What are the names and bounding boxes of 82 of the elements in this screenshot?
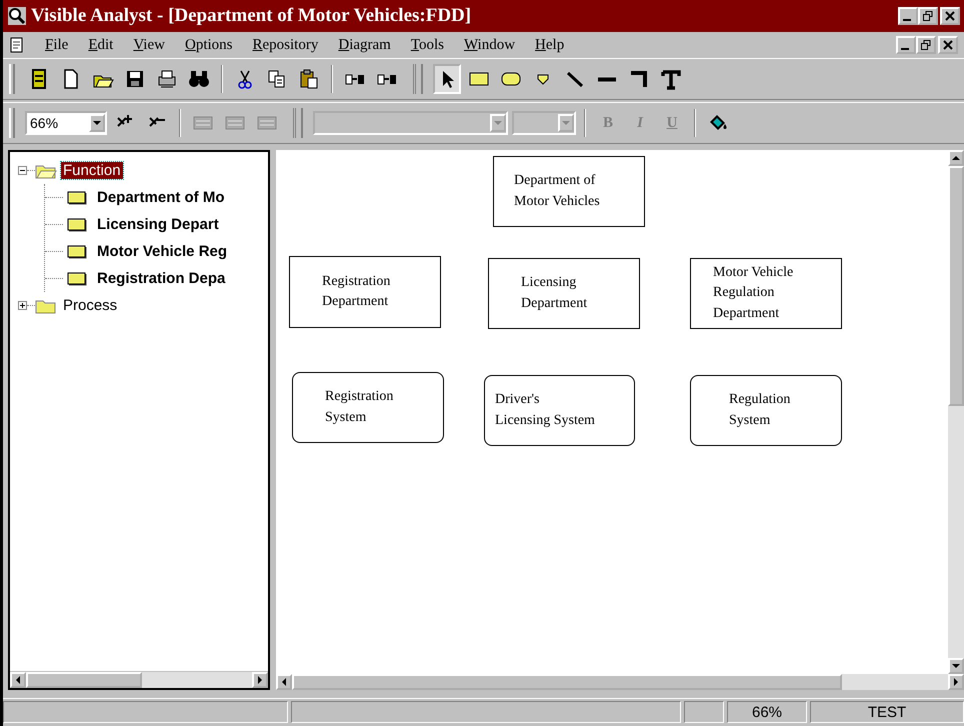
- left-arrow-icon: [15, 676, 21, 684]
- function-icon: [67, 244, 87, 258]
- scrollbar-thumb[interactable]: [26, 672, 142, 688]
- scroll-left-button[interactable]: [276, 674, 292, 690]
- function-box: Department of Motor Vehicles: [493, 156, 645, 227]
- printer-icon: [156, 68, 178, 90]
- pointer-button[interactable]: [433, 64, 461, 94]
- close-button[interactable]: [938, 36, 958, 54]
- caret-icon: [93, 120, 101, 126]
- horizontal-line-icon: [596, 76, 618, 82]
- scroll-right-button[interactable]: [252, 672, 268, 688]
- elbow-line-icon: [628, 68, 650, 90]
- binoculars-icon: [188, 68, 210, 90]
- minimize-button[interactable]: [896, 36, 916, 54]
- restore-icon: [923, 11, 933, 21]
- expand-button[interactable]: [18, 301, 27, 310]
- down-arrow-icon: [952, 663, 960, 669]
- tree-item[interactable]: Registration Depa: [95, 270, 228, 287]
- menu-item[interactable]: Edit: [88, 36, 114, 54]
- menu-item[interactable]: Diagram: [338, 36, 391, 54]
- tree-item[interactable]: Licensing Depart: [95, 216, 221, 233]
- toolbar-handle[interactable]: [9, 64, 15, 94]
- function-icon: [67, 190, 87, 204]
- menu-item[interactable]: File: [45, 36, 68, 54]
- close-icon: [943, 40, 953, 50]
- status-text: TEST: [810, 701, 964, 723]
- tree-item[interactable]: Function: [61, 162, 123, 179]
- horizontal-scrollbar[interactable]: [276, 674, 964, 690]
- text-tool-icon: [660, 68, 682, 90]
- system-box: Driver's Licensing System: [484, 375, 635, 446]
- function-icon: [67, 218, 87, 232]
- function-box: Motor Vehicle Regulation Department: [690, 258, 842, 329]
- scroll-right-button[interactable]: [948, 674, 964, 690]
- close-button[interactable]: [940, 7, 960, 25]
- right-arrow-icon: [953, 678, 959, 686]
- scroll-down-button[interactable]: [948, 658, 964, 674]
- tree-item[interactable]: Motor Vehicle Reg: [95, 243, 230, 260]
- status-text: 66%: [727, 701, 807, 723]
- tree-item[interactable]: Department of Mo: [95, 189, 226, 206]
- collapse-button[interactable]: [18, 166, 27, 175]
- menu-item[interactable]: Options: [184, 36, 232, 54]
- scrollbar-thumb[interactable]: [292, 674, 842, 690]
- status-panel: [684, 701, 724, 723]
- window-title: Visible Analyst - [Department of Motor Vehicles:FDD]: [31, 5, 472, 27]
- document-icon: [9, 37, 25, 53]
- menu-item[interactable]: Help: [535, 36, 564, 54]
- up-arrow-icon: [952, 155, 960, 161]
- function-icon: [67, 272, 87, 286]
- minimize-button[interactable]: [898, 7, 918, 25]
- caret-icon: [562, 120, 570, 126]
- system-box: Registration System: [292, 372, 444, 443]
- restore-button[interactable]: [916, 36, 936, 54]
- menu-item[interactable]: Window: [464, 36, 516, 54]
- right-arrow-icon: [257, 676, 263, 684]
- system-box: Regulation System: [690, 375, 842, 446]
- vertical-scrollbar[interactable]: [948, 150, 964, 674]
- magnifier-icon: [7, 6, 27, 26]
- menu-item[interactable]: Repository: [252, 36, 318, 54]
- close-icon: [945, 11, 955, 21]
- toolbar-handle[interactable]: [413, 64, 423, 94]
- function-box: Registration Department: [289, 256, 441, 328]
- function-box: Licensing Department: [488, 258, 640, 329]
- minimize-icon: [901, 48, 909, 50]
- tree-item[interactable]: Process: [61, 297, 120, 314]
- restore-icon: [921, 40, 931, 50]
- horizontal-scrollbar[interactable]: [10, 671, 268, 688]
- toolbar-handle[interactable]: [9, 108, 15, 138]
- save-icon: [124, 68, 146, 90]
- caret-icon: [494, 120, 502, 126]
- menu-item[interactable]: View: [133, 36, 165, 54]
- scroll-left-button[interactable]: [10, 672, 26, 688]
- scroll-up-button[interactable]: [948, 150, 964, 166]
- dropdown-button[interactable]: [89, 114, 105, 132]
- menu-item[interactable]: Tools: [410, 36, 444, 54]
- toolbar-handle[interactable]: [293, 108, 303, 138]
- zoom-value: 66%: [29, 115, 60, 131]
- clipboard-icon: [298, 68, 320, 90]
- minimize-icon: [903, 19, 911, 21]
- zoom-dropdown[interactable]: 66%: [25, 111, 107, 135]
- restore-button[interactable]: [918, 7, 938, 25]
- left-arrow-icon: [281, 678, 287, 686]
- scrollbar-thumb[interactable]: [948, 166, 964, 406]
